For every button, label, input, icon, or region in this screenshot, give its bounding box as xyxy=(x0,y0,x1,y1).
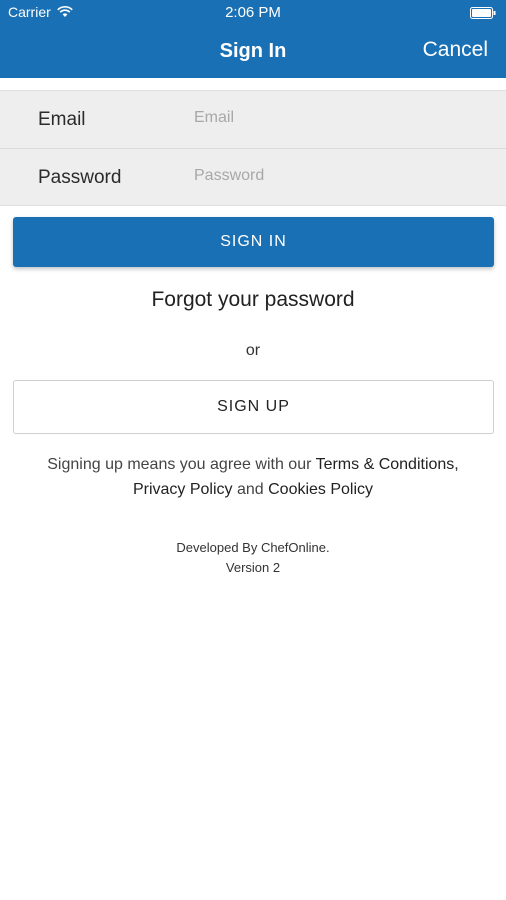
status-bar: Carrier 2:06 PM xyxy=(0,0,506,26)
terms-conditions-link[interactable]: Terms & Conditions, xyxy=(316,456,459,473)
or-divider-text: or xyxy=(245,342,261,359)
terms-notice: Signing up means you agree with our Term… xyxy=(10,452,496,502)
sign-in-form: Email Password xyxy=(0,90,506,206)
cancel-button[interactable]: Cancel xyxy=(423,38,488,62)
privacy-policy-link[interactable]: Privacy Policy xyxy=(133,481,233,498)
forgot-password-link[interactable]: Forgot your password xyxy=(0,288,506,312)
status-time: 2:06 PM xyxy=(225,4,281,21)
sign-in-screen: Carrier 2:06 PM Sign In Cancel Email Pas… xyxy=(0,0,506,900)
email-row: Email xyxy=(0,91,506,148)
app-version: Version 2 xyxy=(225,560,281,575)
cookies-policy-link[interactable]: Cookies Policy xyxy=(268,481,373,498)
terms-prefix: Signing up means you agree with our xyxy=(47,456,316,473)
password-label: Password xyxy=(38,167,122,188)
password-field[interactable] xyxy=(194,161,484,191)
terms-and-text: and xyxy=(232,481,269,498)
password-row: Password xyxy=(0,148,506,205)
footer: Developed By ChefOnline. Version 2 xyxy=(0,538,506,578)
email-field[interactable] xyxy=(194,103,484,133)
developer-credit: Developed By ChefOnline. xyxy=(176,540,330,555)
header: Carrier 2:06 PM Sign In Cancel xyxy=(0,0,506,78)
email-label: Email xyxy=(38,109,86,130)
battery-icon xyxy=(470,7,496,19)
sign-in-button[interactable]: SIGN IN xyxy=(13,217,494,267)
sign-up-button[interactable]: SIGN UP xyxy=(13,380,494,434)
